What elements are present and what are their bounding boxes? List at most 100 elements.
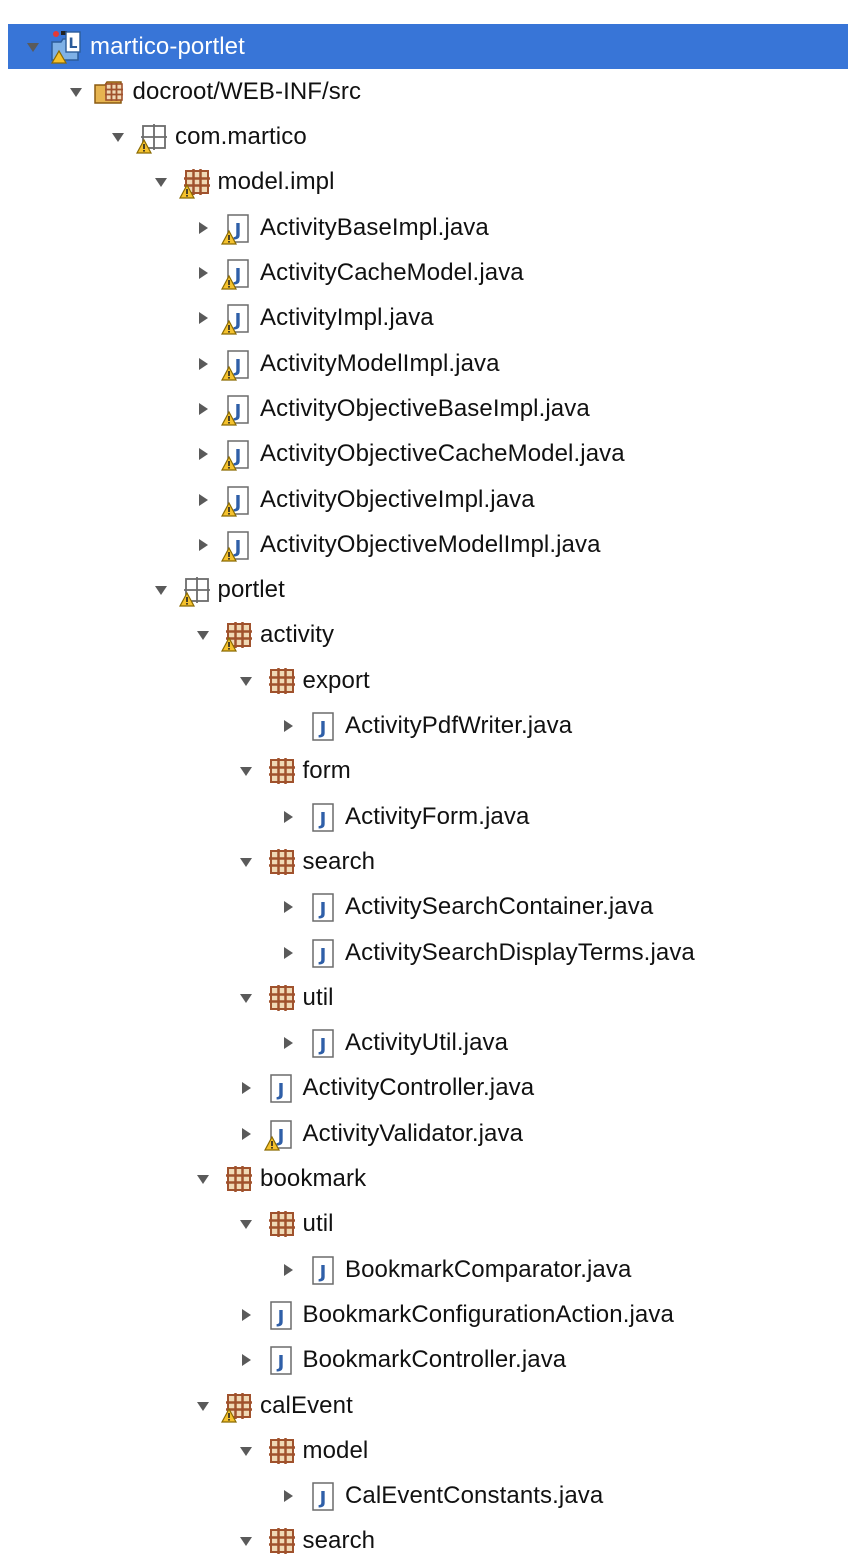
package-icon — [178, 165, 210, 199]
tree-item-search[interactable]: search — [8, 839, 848, 884]
tree-item-activityutil-java[interactable]: J ActivityUtil.java — [8, 1021, 848, 1066]
collapsed-triangle-icon[interactable] — [235, 1077, 257, 1099]
svg-text:J: J — [233, 220, 242, 241]
collapsed-triangle-icon[interactable] — [192, 534, 214, 556]
tree-item-activityimpl-java[interactable]: J ActivityImpl.java — [8, 296, 848, 341]
expanded-triangle-icon[interactable] — [22, 36, 44, 58]
tree-item-label: calEvent — [260, 1391, 353, 1419]
expanded-triangle-icon[interactable] — [150, 171, 172, 193]
tree-item-search[interactable]: search — [8, 1519, 848, 1564]
tree-item-docroot-web-inf-src[interactable]: docroot/WEB-INF/src — [8, 69, 848, 114]
tree-item-bookmarkconfigurationaction-java[interactable]: J BookmarkConfigurationAction.java — [8, 1292, 848, 1337]
expanded-triangle-icon[interactable] — [235, 851, 257, 873]
collapsed-triangle-icon[interactable] — [192, 217, 214, 239]
svg-text:J: J — [275, 1126, 284, 1147]
java-file-icon: J — [305, 890, 337, 924]
collapsed-triangle-icon[interactable] — [277, 896, 299, 918]
package-icon — [263, 664, 295, 698]
tree-item-activitysearchdisplayterms-java[interactable]: J ActivitySearchDisplayTerms.java — [8, 930, 848, 975]
tree-item-label: ActivityValidator.java — [302, 1119, 524, 1147]
project-icon: L — [50, 30, 82, 64]
svg-text:J: J — [318, 718, 327, 739]
top-edge-strip — [0, 0, 848, 24]
source-folder-icon — [93, 75, 125, 109]
tree-item-martico-portlet[interactable]: Lmartico-portlet — [8, 24, 848, 69]
tree-item-label: ActivityObjectiveBaseImpl.java — [260, 394, 590, 422]
svg-text:J: J — [275, 1352, 284, 1373]
tree-item-activityobjectivebaseimpl-java[interactable]: J ActivityObjectiveBaseImpl.java — [8, 386, 848, 431]
tree-item-label: ActivityBaseImpl.java — [260, 213, 489, 241]
tree-item-activityform-java[interactable]: J ActivityForm.java — [8, 794, 848, 839]
collapsed-triangle-icon[interactable] — [192, 443, 214, 465]
collapsed-triangle-icon[interactable] — [235, 1304, 257, 1326]
svg-text:J: J — [233, 446, 242, 467]
expanded-triangle-icon[interactable] — [235, 670, 257, 692]
expanded-triangle-icon[interactable] — [235, 1530, 257, 1552]
tree-item-util[interactable]: util — [8, 975, 848, 1020]
java-file-icon: J — [220, 211, 252, 245]
tree-item-portlet[interactable]: portlet — [8, 568, 848, 613]
tree-item-label: search — [302, 847, 376, 875]
expanded-triangle-icon[interactable] — [235, 1440, 257, 1462]
collapsed-triangle-icon[interactable] — [277, 1485, 299, 1507]
tree-item-activityobjectivemodelimpl-java[interactable]: J ActivityObjectiveModelImpl.java — [8, 522, 848, 567]
tree-item-calevent[interactable]: calEvent — [8, 1383, 848, 1428]
tree-item-label: util — [302, 983, 334, 1011]
tree-item-activity[interactable]: activity — [8, 613, 848, 658]
tree-item-label: ActivityController.java — [302, 1074, 535, 1102]
tree-item-bookmark[interactable]: bookmark — [8, 1157, 848, 1202]
tree-item-label: ActivityObjectiveCacheModel.java — [260, 440, 625, 468]
svg-text:J: J — [233, 492, 242, 513]
expanded-triangle-icon[interactable] — [192, 1395, 214, 1417]
collapsed-triangle-icon[interactable] — [277, 806, 299, 828]
expanded-triangle-icon[interactable] — [192, 1168, 214, 1190]
tree-item-activitycontroller-java[interactable]: J ActivityController.java — [8, 1066, 848, 1111]
svg-text:L: L — [69, 36, 78, 52]
expanded-triangle-icon[interactable] — [235, 987, 257, 1009]
tree-item-com-martico[interactable]: com.martico — [8, 115, 848, 160]
tree-item-activitysearchcontainer-java[interactable]: J ActivitySearchContainer.java — [8, 885, 848, 930]
tree-item-activityobjectiveimpl-java[interactable]: J ActivityObjectiveImpl.java — [8, 477, 848, 522]
tree-item-activitycachemodel-java[interactable]: J ActivityCacheModel.java — [8, 251, 848, 296]
tree-item-caleventconstants-java[interactable]: J CalEventConstants.java — [8, 1474, 848, 1519]
tree-item-label: form — [302, 757, 351, 785]
expanded-triangle-icon[interactable] — [107, 126, 129, 148]
tree-item-model[interactable]: model — [8, 1428, 848, 1473]
tree-item-activityvalidator-java[interactable]: J ActivityValidator.java — [8, 1111, 848, 1156]
collapsed-triangle-icon[interactable] — [192, 398, 214, 420]
java-file-icon: J — [305, 800, 337, 834]
tree-item-bookmarkcomparator-java[interactable]: J BookmarkComparator.java — [8, 1247, 848, 1292]
expanded-triangle-icon[interactable] — [235, 760, 257, 782]
expanded-triangle-icon[interactable] — [150, 579, 172, 601]
tree-item-form[interactable]: form — [8, 749, 848, 794]
collapsed-triangle-icon[interactable] — [192, 307, 214, 329]
collapsed-triangle-icon[interactable] — [277, 1032, 299, 1054]
collapsed-triangle-icon[interactable] — [192, 353, 214, 375]
collapsed-triangle-icon[interactable] — [277, 715, 299, 737]
collapsed-triangle-icon[interactable] — [235, 1123, 257, 1145]
tree-item-activitypdfwriter-java[interactable]: J ActivityPdfWriter.java — [8, 704, 848, 749]
expanded-triangle-icon[interactable] — [235, 1213, 257, 1235]
collapsed-triangle-icon[interactable] — [235, 1349, 257, 1371]
collapsed-triangle-icon[interactable] — [277, 942, 299, 964]
expanded-triangle-icon[interactable] — [65, 81, 87, 103]
svg-text:J: J — [233, 310, 242, 331]
tree-item-activityobjectivecachemodel-java[interactable]: J ActivityObjectiveCacheModel.java — [8, 432, 848, 477]
expanded-triangle-icon[interactable] — [192, 624, 214, 646]
tree-item-activitybaseimpl-java[interactable]: J ActivityBaseImpl.java — [8, 205, 848, 250]
tree-item-activitymodelimpl-java[interactable]: J ActivityModelImpl.java — [8, 341, 848, 386]
tree-item-util[interactable]: util — [8, 1202, 848, 1247]
tree-item-model-impl[interactable]: model.impl — [8, 160, 848, 205]
java-file-icon: J — [220, 256, 252, 290]
collapsed-triangle-icon[interactable] — [192, 489, 214, 511]
tree-item-label: ActivityUtil.java — [345, 1029, 509, 1057]
java-file-icon: J — [220, 301, 252, 335]
collapsed-triangle-icon[interactable] — [192, 262, 214, 284]
tree-item-bookmarkcontroller-java[interactable]: J BookmarkController.java — [8, 1338, 848, 1383]
svg-text:J: J — [275, 1080, 284, 1101]
package-icon — [263, 845, 295, 879]
tree-item-export[interactable]: export — [8, 658, 848, 703]
tree-item-label: BookmarkComparator.java — [345, 1255, 632, 1283]
package-icon — [220, 1389, 252, 1423]
collapsed-triangle-icon[interactable] — [277, 1259, 299, 1281]
